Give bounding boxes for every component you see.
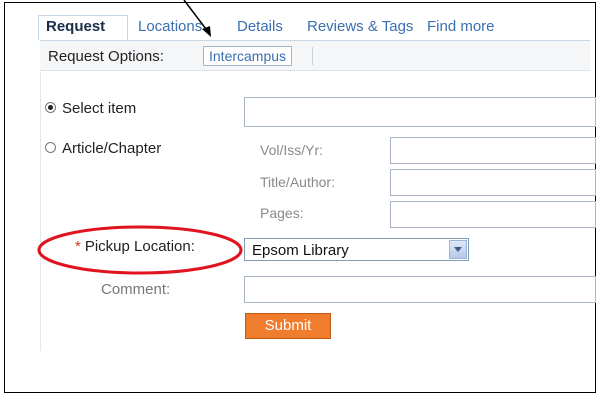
article-chapter-radio[interactable] [45,142,56,153]
intercampus-button[interactable]: Intercampus [203,46,293,66]
pages-input[interactable] [390,201,596,228]
chevron-down-icon[interactable] [449,240,467,259]
tab-details[interactable]: Details [237,18,283,35]
options-separator [312,47,313,65]
comment-label: Comment: [101,281,171,298]
request-options-bar: Request Options: Intercampus [40,41,590,71]
request-options-label: Request Options: [48,48,164,65]
pickup-location-label: * Pickup Location: [75,238,195,255]
vol-iss-yr-label: Vol/Iss/Yr: [260,142,324,158]
tab-reviews-tags[interactable]: Reviews & Tags [307,18,413,35]
tab-find-more[interactable]: Find more [427,18,495,35]
required-marker: * [75,238,81,255]
tab-request[interactable]: Request [46,18,105,35]
pages-label: Pages: [260,205,304,221]
title-author-label: Title/Author: [260,174,335,190]
submit-button[interactable]: Submit [245,313,331,339]
select-item-radio[interactable] [45,102,56,113]
vol-iss-yr-input[interactable] [390,137,596,164]
pickup-location-text: Pickup Location: [84,238,195,255]
comment-input[interactable] [244,276,596,303]
article-chapter-row[interactable]: Article/Chapter [45,140,161,157]
pickup-location-select[interactable]: Epsom Library [244,238,469,261]
form-left-border [40,71,41,351]
select-item-row[interactable]: Select item [45,100,136,117]
tab-bar: Request Locations Details Reviews & Tags… [40,18,590,40]
article-chapter-label: Article/Chapter [62,140,162,157]
title-author-input[interactable] [390,169,596,196]
pickup-location-value: Epsom Library [252,242,349,259]
select-item-input[interactable] [244,97,596,127]
tab-locations[interactable]: Locations [138,18,202,35]
select-item-label: Select item [62,100,137,117]
